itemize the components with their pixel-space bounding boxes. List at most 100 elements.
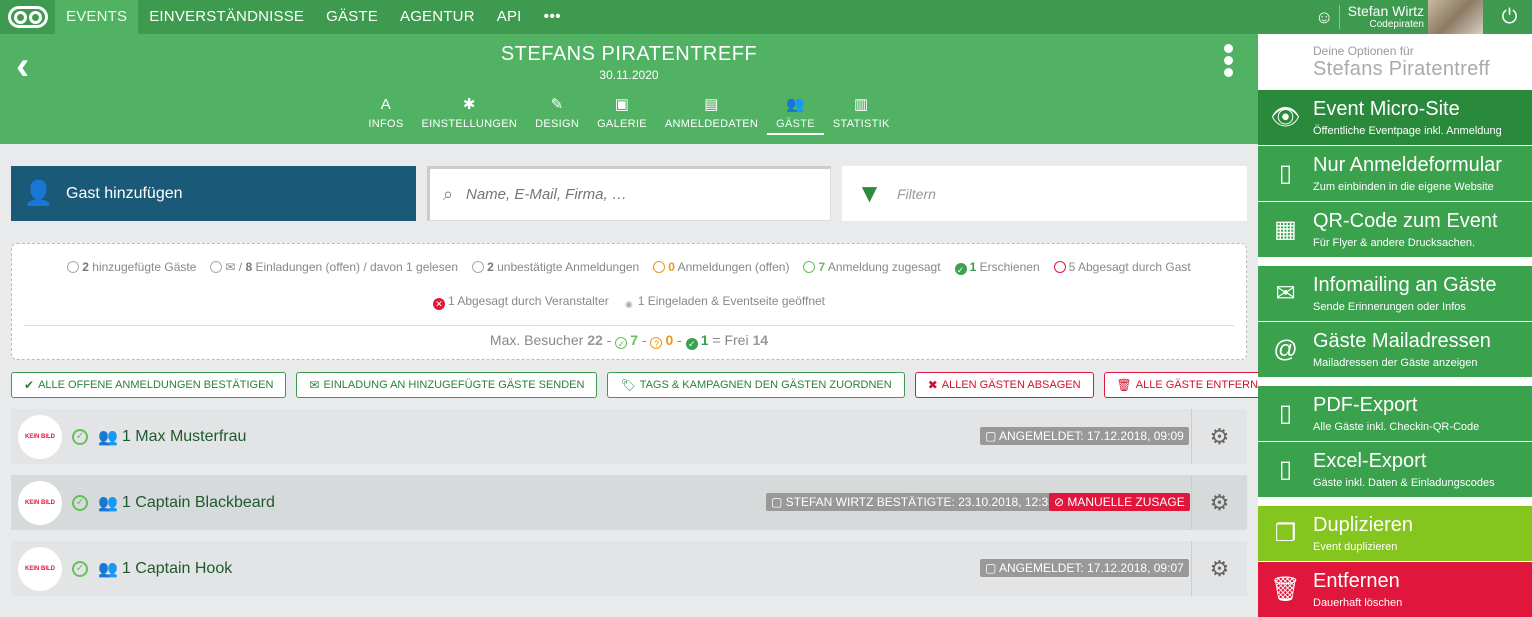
action-button-3[interactable]: ✖ ALLEN GÄSTEN ABSAGEN [914,372,1094,398]
stat-label: Erschienen [979,259,1040,274]
check-icon: ✓ [615,337,628,349]
stat-item: 2 hinzugefügte Gäste [67,260,196,274]
event-title: STEFANS PIRATENTREFF [500,43,758,65]
capacity-summary: Max. Besucher 22 - ✓ 7 - ? 0 - ✓ 1 = Frei 1… [489,332,769,350]
sidebar-text: Entfernen Dauerhaft löschen [1313,569,1402,610]
sidebar-item-gäste-mailadressen[interactable]: @ Gäste Mailadressen Mailadressen der Gäst… [1258,322,1532,377]
gear-icon[interactable]: ⚙ [1191,475,1247,530]
sidebar-item-duplizieren[interactable]: ❐ Duplizieren Event duplizieren [1258,506,1532,561]
stat-label: unbestätigte Anmeldungen [497,260,640,274]
sidebar-item-title: Nur Anmeldeformular [1313,154,1502,176]
tab-anmeldedaten[interactable]: ▤ ANMELDEDATEN [656,96,767,135]
sidebar-icon: ✉ [1275,280,1296,307]
sidebar-item-title: Infomailing an Gäste [1313,274,1497,296]
sidebar-subtitle: Deine Optionen für [1313,44,1414,58]
check-icon: ✓ [72,428,88,445]
nav-item-api[interactable]: API [486,0,533,34]
tab-icon: ▥ [854,96,869,113]
stat-item: 5 Abgesagt durch Gast [1053,260,1191,274]
add-guest-label: Gast hinzufügen [66,184,183,202]
guest-name[interactable]: 1 Captain Blackbeard [122,494,275,512]
guest-name[interactable]: 1 Max Musterfrau [122,428,246,446]
guest-row[interactable]: KEIN BILD ✓ 👥 1 Max Musterfrau ▢ ANGEMELDET:… [11,409,1247,464]
theater-mask-icon[interactable]: ☺ [1310,5,1340,29]
no-image-avatar: KEIN BILD [18,414,62,459]
tab-label: STATISTIK [832,118,890,130]
gear-icon[interactable]: ⚙ [1191,541,1247,596]
nav-item-gäste[interactable]: GÄSTE [315,0,389,34]
sidebar-item-infomailing-an-gäste[interactable]: ✉ Infomailing an Gäste Sende Erinnerungen … [1258,266,1532,321]
action-label: ALLE OFFENE ANMELDUNGEN BESTÄTIGEN [38,379,274,391]
sidebar-item-excel-export[interactable]: ▯ Excel-Export Gäste inkl. Daten & Einladu… [1258,442,1532,497]
status-badge: ▢ STEFAN WIRTZ BESTÄTIGTE: 23.10.2018, 1… [766,493,1060,511]
action-button-2[interactable]: 🏷 TAGS & KAMPAGNEN DEN GÄSTEN ZUORDNEN [607,372,905,398]
sidebar-item-entfernen[interactable]: 🗑 Entfernen Dauerhaft löschen [1258,562,1532,617]
sidebar-item-sub: Öffentliche Eventpage inkl. Anmeldung [1313,125,1502,137]
tab-einstellungen[interactable]: ✱ EINSTELLUNGEN [413,96,527,135]
calendar-icon: ▢ [771,495,786,509]
kebab-menu-icon[interactable] [1224,44,1236,80]
stat-item: 7 Anmeldung zugesagt [803,260,941,274]
sidebar-item-qr-code-zum-event[interactable]: ▦ QR-Code zum Event Für Flyer & andere Dru… [1258,202,1532,257]
ban-icon: ⊘ [1054,495,1068,509]
action-button-0[interactable]: ✔ ALLE OFFENE ANMELDUNGEN BESTÄTIGEN [11,372,287,398]
guest-stats: 2 hinzugefügte Gäste ✉ / 8 Einladungen (o… [11,243,1247,360]
stat-item: ◉ 1 Eingeladen & Eventseite geöffnet [623,294,825,310]
free-value: 14 [752,332,769,348]
tab-galerie[interactable]: ▣ GALERIE [588,96,656,135]
guest-name[interactable]: 1 Captain Hook [122,560,232,578]
nav-item-agentur[interactable]: AGENTUR [389,0,486,34]
user-info[interactable]: Stefan Wirtz Codepiraten [1348,3,1424,31]
tab-gäste[interactable]: 👥 GÄSTE [767,96,824,135]
check-icon: ✓ [72,494,88,511]
stat-count: 7 [818,260,826,274]
app-logo[interactable] [0,0,55,34]
stat-label: 1 Abgesagt durch Veranstalter [447,294,609,308]
eye-icon: ◉ [624,299,633,309]
sidebar-item-title: Gäste Mailadressen [1313,330,1491,352]
tab-icon: ▣ [614,96,630,113]
sidebar-item-title: PDF-Export [1313,394,1418,416]
no-image-avatar: KEIN BILD [18,480,62,525]
event-header: ‹ STEFANS PIRATENTREFF 30.11.2020 A INFOS… [0,34,1258,144]
power-icon[interactable]: ⏻ [1487,6,1532,29]
stat-label: Anmeldung zugesagt [827,260,941,274]
gear-icon[interactable]: ⚙ [1191,409,1247,464]
tab-label: DESIGN [535,118,580,130]
status-icon [803,261,816,273]
add-guest-button[interactable]: 👤 Gast hinzufügen [11,166,416,221]
action-label: TAGS & KAMPAGNEN DEN GÄSTEN ZUORDNEN [639,379,892,391]
tab-statistik[interactable]: ▥ STATISTIK [824,96,899,135]
group-icon: 👥 [98,494,118,512]
nav-item-events[interactable]: EVENTS [55,0,139,34]
action-icon: ✔ [24,378,35,392]
sidebar-item-pdf-export[interactable]: ▯ PDF-Export Alle Gäste inkl. Checkin-QR-C… [1258,386,1532,441]
sidebar-icon: ▯ [1278,160,1293,187]
action-icon: 🏷 [620,378,636,392]
confirmed-count: 7 [630,332,639,348]
nav-item-einverständnisse[interactable]: EINVERSTÄNDNISSE [138,0,315,34]
sidebar-item-nur-anmeldeformular[interactable]: ▯ Nur Anmeldeformular Zum einbinden in die… [1258,146,1532,201]
guest-row[interactable]: KEIN BILD ✓ 👥 1 Captain Hook ▢ ANGEMELDET: 1… [11,541,1247,596]
nav-more-icon[interactable]: ••• [533,0,572,34]
tab-label: INFOS [368,118,404,130]
open-count: 0 [665,332,674,348]
sidebar-icon: ▦ [1274,216,1297,243]
tab-design[interactable]: ✎ DESIGN [526,96,588,135]
sidebar-item-event-micro-site[interactable]: 👁 Event Micro-Site Öffentliche Eventpage i… [1258,90,1532,145]
guest-row[interactable]: KEIN BILD ✓ 👥 1 Captain Blackbeard ▢ STEFAN … [11,475,1247,530]
sidebar-item-sub: Für Flyer & andere Drucksachen. [1313,237,1476,249]
action-icon: 🗑 [1116,378,1132,392]
divider [24,325,1234,326]
manual-confirm-badge: ⊘ MANUELLE ZUSAGE [1049,493,1190,511]
search-input[interactable] [466,186,806,203]
tab-infos[interactable]: A INFOS [359,96,412,135]
action-button-1[interactable]: ✉ EINLADUNG AN HINZUGEFÜGTE GÄSTE SENDEN [296,372,598,398]
filter-box[interactable]: ▼ Filtern [842,166,1247,221]
sidebar-item-sub: Mailadressen der Gäste anzeigen [1313,357,1478,369]
avatar[interactable] [1428,0,1483,34]
search-box: ⌕ [427,166,831,221]
group-icon: 👥 [98,560,118,578]
sidebar-text: Event Micro-Site Öffentliche Eventpage in… [1313,97,1502,138]
stat-item: 2 unbestätigte Anmeldungen [472,260,639,274]
